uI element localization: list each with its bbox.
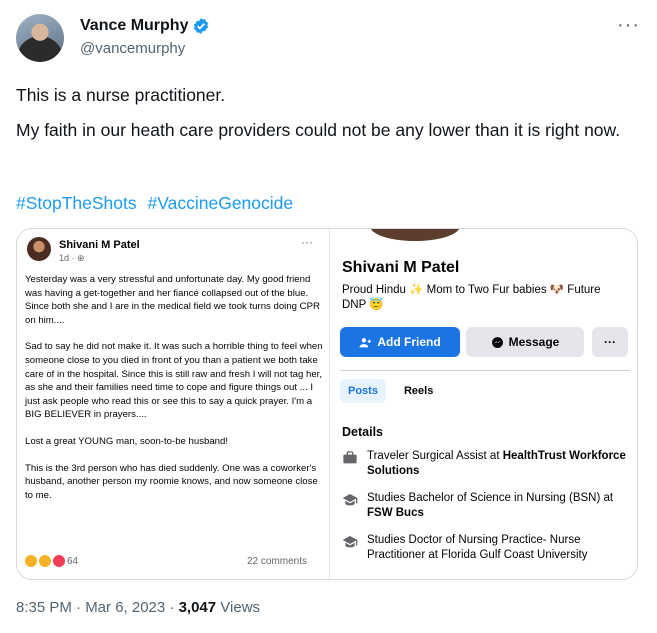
fb-post-paragraph: Yesterday was a very stressful and unfor… <box>25 274 320 326</box>
tweet-media-image[interactable]: Shivani M Patel 1d · ⊕ ··· Yesterday was… <box>16 228 638 580</box>
tweet-paragraph: This is a nurse practitioner. <box>16 85 226 105</box>
hashtag-link[interactable]: #StopTheShots <box>16 193 137 213</box>
fb-post-time: 1d · ⊕ <box>59 253 85 263</box>
hashtags: #StopTheShots #VaccineGenocide <box>16 193 299 214</box>
fb-post-paragraph: This is the 3rd person who has died sudd… <box>25 462 318 501</box>
fb-comment-count: 22 comments <box>247 556 308 567</box>
author-display-name[interactable]: Vance Murphy <box>80 17 188 35</box>
care-reaction-icon <box>39 555 51 567</box>
facebook-profile-screenshot: Shivani M Patel Proud Hindu ✨ Mom to Two… <box>330 229 637 579</box>
author-avatar[interactable] <box>16 14 64 62</box>
love-reaction-icon <box>53 555 65 567</box>
fb-post-paragraph: Sad to say he did not make it. It was su… <box>25 341 323 421</box>
tweet-meta: 8:35 PM · Mar 6, 2023 · 3,047 Views <box>16 599 260 616</box>
add-friend-button: Add Friend <box>340 327 460 357</box>
detail-item: Studies Doctor of Nursing Practice- Nurs… <box>342 533 627 562</box>
fb-post-body: Yesterday was a very stressful and unfor… <box>25 273 323 515</box>
detail-item: Traveler Surgical Assist at HealthTrust … <box>342 449 627 478</box>
message-label: Message <box>508 335 560 349</box>
add-person-icon <box>359 337 372 347</box>
sad-reaction-icon <box>25 555 37 567</box>
author-handle[interactable]: @vancemurphy <box>80 40 185 57</box>
briefcase-icon <box>343 451 357 464</box>
profile-bio: Proud Hindu ✨ Mom to Two Fur babies 🐶 Fu… <box>342 284 601 311</box>
detail-item: Studies Bachelor of Science in Nursing (… <box>342 491 627 520</box>
tweet-text: This is a nurse practitioner. My faith i… <box>16 84 646 154</box>
detail-text: Traveler Surgical Assist at HealthTrust … <box>367 450 626 477</box>
profile-name: Shivani M Patel <box>342 259 460 276</box>
messenger-icon <box>491 336 503 348</box>
author-name-row[interactable]: Vance Murphy <box>80 17 210 35</box>
graduation-cap-icon <box>342 494 358 506</box>
fb-post-more-icon: ··· <box>301 235 313 249</box>
fb-reaction-count: 64 <box>67 555 79 567</box>
fb-post-author: Shivani M Patel <box>59 239 140 251</box>
tab-reels: Reels <box>403 385 434 397</box>
fb-reactions: 64 <box>25 555 78 567</box>
detail-text: Studies Doctor of Nursing Practice- Nurs… <box>367 534 588 561</box>
tweet-paragraph: My faith in our heath care providers cou… <box>16 120 621 140</box>
more-options-icon[interactable]: ··· <box>617 14 640 37</box>
fb-post-avatar <box>27 237 51 261</box>
verified-badge-icon <box>194 18 209 34</box>
message-button: Message <box>466 327 584 357</box>
profile-photo <box>370 229 460 241</box>
profile-tabs: Posts Reels <box>340 379 441 403</box>
tab-posts: Posts <box>340 379 386 403</box>
details-heading: Details <box>342 425 383 439</box>
divider <box>340 370 630 371</box>
hashtag-link[interactable]: #VaccineGenocide <box>148 193 294 213</box>
graduation-cap-icon <box>342 536 358 548</box>
views-label: Views <box>216 599 261 616</box>
views-count: 3,047 <box>178 599 217 616</box>
tweet-timestamp[interactable]: 8:35 PM · Mar 6, 2023 · <box>16 599 179 616</box>
fb-post-paragraph: Lost a great YOUNG man, soon-to-be husba… <box>25 435 229 447</box>
profile-more-button: ··· <box>592 327 628 357</box>
detail-text: Studies Bachelor of Science in Nursing (… <box>367 492 614 519</box>
facebook-post-screenshot: Shivani M Patel 1d · ⊕ ··· Yesterday was… <box>17 229 330 579</box>
add-friend-label: Add Friend <box>377 335 441 349</box>
